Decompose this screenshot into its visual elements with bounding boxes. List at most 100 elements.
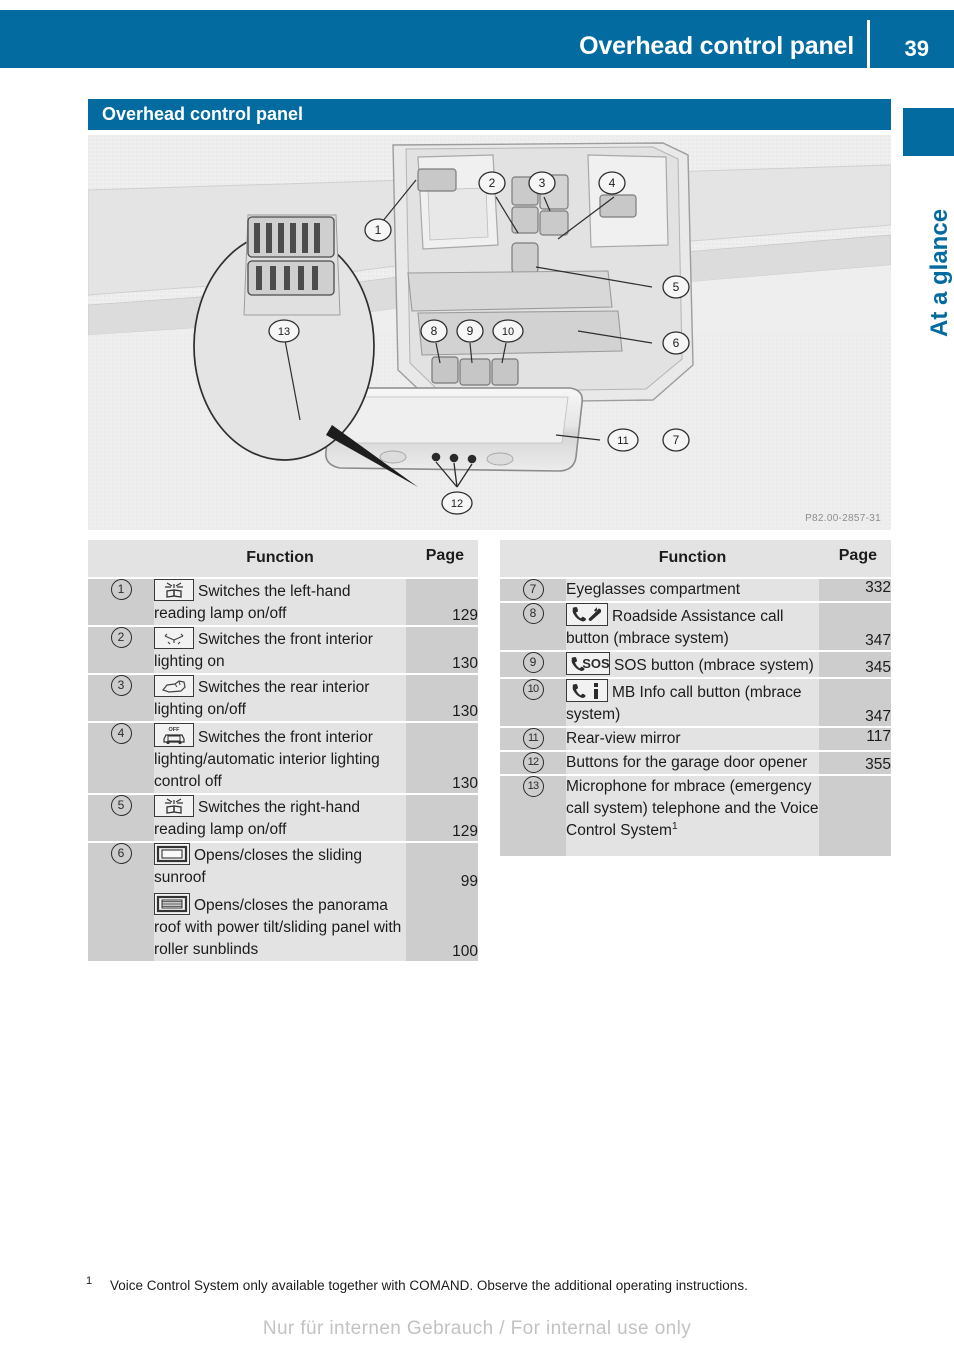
row-function-cell: SOS SOS button (mbrace system)	[566, 650, 819, 679]
row-page-number	[819, 774, 891, 858]
row-callout-number: 7	[500, 577, 566, 603]
header-col-function: Function	[154, 540, 406, 579]
row-function-text: SOS button (mbrace system)	[614, 656, 814, 674]
row-function-cell: Switches the rear interior lighting on/o…	[154, 673, 406, 723]
svg-text:8: 8	[431, 324, 438, 338]
table-row: 13 Microphone for mbrace (emergency call…	[500, 774, 891, 858]
row-function-text: Eyeglasses compartment	[566, 580, 741, 598]
svg-text:6: 6	[673, 336, 680, 350]
reading-lamp-icon	[154, 578, 194, 601]
table-header-row: Function Page	[500, 540, 891, 579]
table-row: 6 Opens/closes the sliding sunroof 99	[88, 841, 478, 891]
row-function-cell: Roadside Assistance call button (mbrace …	[566, 601, 819, 652]
header-col-num	[500, 540, 566, 579]
svg-text:SOS: SOS	[582, 656, 609, 671]
svg-text:11: 11	[617, 435, 628, 447]
row-page-number: 347	[819, 601, 891, 652]
svg-text:5: 5	[673, 280, 680, 294]
row-callout-number: 10	[500, 677, 566, 728]
row-page-number: 332	[819, 577, 891, 603]
sliding-sunroof-icon	[154, 842, 190, 865]
table-row: 11 Rear-view mirror 117	[500, 726, 891, 752]
table-row: 9 SOS SOS button (mbrace system) 345	[500, 650, 891, 679]
row-function-cell: Opens/closes the panorama roof with powe…	[154, 890, 406, 963]
row-page-number: 129	[406, 793, 478, 843]
side-tab-label: At a glance	[926, 208, 953, 338]
svg-text:9: 9	[467, 324, 474, 338]
row-callout-number: 13	[500, 774, 566, 858]
row-callout-number: 12	[500, 750, 566, 776]
row-callout-number: 8	[500, 601, 566, 652]
row-page-number: 99	[406, 841, 478, 891]
roadside-assistance-icon	[566, 602, 608, 626]
row-callout-number: 2	[88, 625, 154, 675]
table-row: 4 OFF Switches the front interior lighti…	[88, 721, 478, 795]
row-callout-number: 3	[88, 673, 154, 723]
svg-text:1: 1	[375, 223, 382, 237]
row-callout-number: 1	[88, 577, 154, 627]
row-page-number: 130	[406, 673, 478, 723]
table-row: 1 Switches the left-hand reading lamp on…	[88, 577, 478, 627]
function-table-left: Function Page 1 Switches the left-hand r…	[88, 540, 478, 963]
page-header-bar: Overhead control panel 39	[0, 10, 954, 78]
figure-caption: P82.00-2857-31	[805, 513, 881, 524]
row-function-cell: Eyeglasses compartment	[566, 577, 819, 603]
table-header-row: Function Page	[88, 540, 478, 579]
header-col-num	[88, 540, 154, 579]
footnote: 1 Voice Control System only available to…	[86, 1275, 906, 1295]
row-page-number: 347	[819, 677, 891, 728]
section-title: Overhead control panel	[88, 99, 891, 130]
row-function-cell: Buttons for the garage door opener	[566, 750, 819, 776]
table-row: 2 Switches the front interior lighting o…	[88, 625, 478, 675]
svg-text:7: 7	[673, 433, 680, 447]
svg-text:OFF: OFF	[169, 727, 181, 733]
footnote-text: Voice Control System only available toge…	[110, 1278, 748, 1293]
row-function-cell: Switches the right-hand reading lamp on/…	[154, 793, 406, 843]
page-header-divider	[867, 20, 870, 78]
row-callout-spacer	[88, 890, 154, 963]
row-function-cell: Switches the left-hand reading lamp on/o…	[154, 577, 406, 627]
row-callout-number: 9	[500, 650, 566, 679]
table-row: 5 Switches the right-hand reading lamp o…	[88, 793, 478, 843]
sos-button-icon: SOS	[566, 651, 610, 675]
row-function-cell: Rear-view mirror	[566, 726, 819, 752]
table-row: 12 Buttons for the garage door opener 35…	[500, 750, 891, 776]
row-function-text: Opens/closes the panorama roof with powe…	[154, 896, 402, 958]
row-function-cell: MB Info call button (mbrace system)	[566, 677, 819, 728]
footnote-ref: 1	[671, 820, 678, 832]
row-callout-number: 4	[88, 721, 154, 795]
row-function-cell: Opens/closes the sliding sunroof	[154, 841, 406, 891]
row-page-number: 129	[406, 577, 478, 627]
overhead-panel-illustration: 1 2 3 4 5 6 7 8 9 10 11 12 13	[88, 135, 891, 530]
row-page-number: 100	[406, 890, 478, 963]
front-interior-light-icon	[154, 626, 194, 649]
table-row: 7 Eyeglasses compartment 332	[500, 577, 891, 603]
table-row: Opens/closes the panorama roof with powe…	[88, 890, 478, 963]
header-col-page: Page	[819, 540, 891, 579]
svg-text:4: 4	[609, 176, 616, 190]
function-table-right: Function Page 7 Eyeglasses compartment 3…	[500, 540, 891, 858]
row-page-number: 355	[819, 750, 891, 776]
row-function-text: Buttons for the garage door opener	[566, 753, 808, 771]
footnote-marker: 1	[86, 1275, 93, 1287]
row-function-cell: Switches the front interior lighting on	[154, 625, 406, 675]
row-function-text: Microphone for mbrace (emergency call sy…	[566, 777, 819, 839]
row-page-number: 130	[406, 721, 478, 795]
reading-lamp-icon	[154, 794, 194, 817]
row-function-cell: Microphone for mbrace (emergency call sy…	[566, 774, 819, 858]
row-function-text: Rear-view mirror	[566, 729, 681, 747]
header-col-function: Function	[566, 540, 819, 579]
row-callout-number: 6	[88, 841, 154, 891]
row-callout-number: 5	[88, 793, 154, 843]
svg-text:3: 3	[539, 176, 546, 190]
svg-text:10: 10	[502, 326, 514, 338]
panorama-roof-icon	[154, 892, 190, 915]
rear-interior-light-icon	[154, 674, 194, 697]
overhead-control-panel-figure: 1 2 3 4 5 6 7 8 9 10 11 12 13 P82.00-285…	[88, 135, 891, 530]
svg-text:13: 13	[278, 326, 290, 338]
table-row: 8 Roadside Assistance call button (mbrac…	[500, 601, 891, 652]
row-page-number: 117	[819, 726, 891, 752]
side-tab-marker	[903, 108, 954, 156]
page-header-title: Overhead control panel	[579, 32, 854, 60]
row-callout-number: 11	[500, 726, 566, 752]
